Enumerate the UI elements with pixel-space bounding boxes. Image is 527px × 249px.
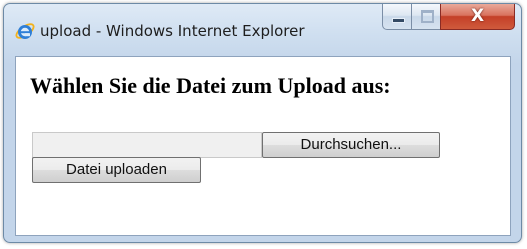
maximize-icon <box>421 10 434 23</box>
minimize-icon <box>392 18 405 23</box>
close-icon: X <box>470 6 485 26</box>
minimize-button[interactable] <box>382 4 412 30</box>
page-content: Wählen Sie die Datei zum Upload aus: Dur… <box>15 56 511 236</box>
internet-explorer-icon <box>14 20 36 42</box>
browse-button[interactable]: Durchsuchen... <box>262 132 440 158</box>
maximize-button[interactable] <box>411 4 441 30</box>
page-heading: Wählen Sie die Datei zum Upload aus: <box>30 73 391 98</box>
close-button[interactable]: X <box>440 4 515 30</box>
window-title: upload - Windows Internet Explorer <box>40 22 305 40</box>
upload-button[interactable]: Datei uploaden <box>32 157 201 183</box>
file-path-field[interactable] <box>32 132 262 158</box>
caption-buttons: X <box>382 4 515 31</box>
title-bar[interactable]: upload - Windows Internet Explorer X <box>4 4 521 54</box>
browser-window: upload - Windows Internet Explorer X Wäh… <box>3 3 522 243</box>
